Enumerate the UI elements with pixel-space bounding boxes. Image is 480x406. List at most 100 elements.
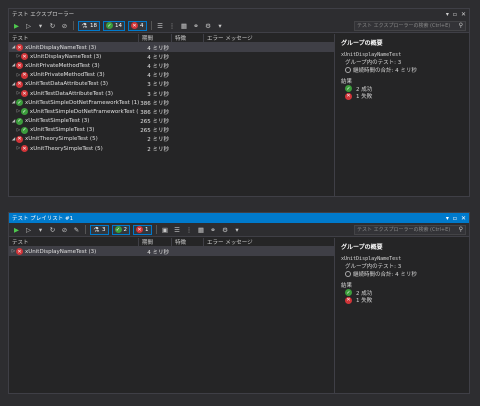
link-icon[interactable]: ⚭ xyxy=(192,21,201,30)
cancel-icon[interactable]: ⊘ xyxy=(60,21,69,30)
test-name: xUnitDisplayNameTest (3) xyxy=(25,44,97,51)
link-icon[interactable]: ⚭ xyxy=(209,225,218,234)
failed-icon: ✕ xyxy=(21,71,28,79)
playlist-icon[interactable]: ☰ xyxy=(156,21,165,30)
test-row[interactable]: ▷ ✕ xUnitDisplayNameTest (3) 4 ミリ秒 xyxy=(9,52,334,61)
column-traits[interactable]: 特徴 xyxy=(172,34,204,42)
close-icon[interactable]: ✕ xyxy=(461,11,466,18)
run-icon[interactable]: ▷ xyxy=(24,225,33,234)
test-playlist-titlebar[interactable]: テスト プレイリスト #1 ▾ ▫ ✕ xyxy=(9,213,469,223)
test-row[interactable]: ◢ ✓ xUnitTestSimpleDotNetFrameworkTest (1)… xyxy=(9,98,334,107)
test-search-input[interactable]: テスト エクスプローラーの検索 (Ctrl+E) ⚲ xyxy=(354,20,466,31)
test-row[interactable]: ◢ ✕ xUnitTestDataAttributeTest (3) 3 ミリ秒 xyxy=(9,80,334,89)
check-icon: ✓ xyxy=(114,226,122,233)
test-name: xUnitTheorySimpleTest (5) xyxy=(30,145,103,152)
check-icon: ✓ xyxy=(345,85,352,93)
column-duration[interactable]: 期間 xyxy=(139,34,172,42)
failed-summary[interactable]: ✕ 1 失敗 xyxy=(341,296,463,304)
dropdown-icon[interactable]: ▾ xyxy=(446,11,449,18)
total-tests-filter[interactable]: ⚗ 3 xyxy=(90,224,109,235)
column-error-message[interactable]: エラー メッセージ xyxy=(204,238,334,246)
test-row[interactable]: ▷ ✓ xUnitTestSimpleTest (3) 265 ミリ秒 xyxy=(9,126,334,135)
columns-icon[interactable]: ▦ xyxy=(197,225,206,234)
settings-gear-icon[interactable]: ⚙ xyxy=(204,21,213,30)
column-test[interactable]: テスト xyxy=(9,238,139,246)
test-list: テスト 期間 特徴 エラー メッセージ ◢ ✕ xUnitDisplayNameTe… xyxy=(9,34,335,196)
test-explorer-titlebar[interactable]: テスト エクスプローラー ▾ ▫ ✕ xyxy=(9,9,469,19)
settings-gear-icon[interactable]: ⚙ xyxy=(221,225,230,234)
rerun-icon[interactable]: ↻ xyxy=(48,225,57,234)
failed-summary[interactable]: ✕ 1 失敗 xyxy=(341,92,463,101)
test-name: xUnitTestSimpleDotNetFrameworkTest (1) xyxy=(24,99,139,106)
test-name: xUnitPrivateMethodTest (3) xyxy=(30,72,105,79)
x-icon: ✕ xyxy=(131,22,138,29)
column-header-row: テスト 期間 特徴 エラー メッセージ xyxy=(9,34,334,43)
run-all-icon[interactable]: ▶ xyxy=(12,225,21,234)
test-row[interactable]: ▷ ✓ xUnitTestSimpleDotNetFrameworkTest (..… xyxy=(9,107,334,116)
test-duration: 4 ミリ秒 xyxy=(147,249,169,256)
group-by-icon[interactable]: ⋮ xyxy=(185,225,194,234)
edit-playlist-icon[interactable]: ✎ xyxy=(72,225,81,234)
rerun-icon[interactable]: ↻ xyxy=(48,21,57,30)
columns-icon[interactable]: ▦ xyxy=(180,21,189,30)
maximize-icon[interactable]: ▫ xyxy=(453,215,457,222)
check-icon: ✓ xyxy=(345,289,352,297)
search-placeholder: テスト エクスプローラーの検索 (Ctrl+E) xyxy=(357,23,451,29)
test-name: xUnitTheorySimpleTest (5) xyxy=(25,136,98,143)
run-all-icon[interactable]: ▶ xyxy=(12,21,21,30)
test-row[interactable]: ◢ ✕ xUnitPrivateMethodTest (3) 4 ミリ秒 xyxy=(9,61,334,70)
test-rows: ◢ ✕ xUnitDisplayNameTest (3) 4 ミリ秒 ▷ ✕ xUnitDi… xyxy=(9,43,334,153)
test-name-cell: ◢ ✓ xUnitTestSimpleTest (3) xyxy=(9,117,139,125)
test-name: xUnitTestDataAttributeTest (3) xyxy=(25,81,109,88)
total-count: 18 xyxy=(90,22,97,29)
playlist-icon[interactable]: ☰ xyxy=(173,225,182,234)
test-row[interactable]: ◢ ✕ xUnitDisplayNameTest (3) 4 ミリ秒 xyxy=(9,43,334,53)
test-row[interactable]: ▷ ✕ xUnitPrivateMethodTest (3) 4 ミリ秒 xyxy=(9,71,334,80)
failed-icon: ✕ xyxy=(16,62,23,70)
test-row[interactable]: ▷ ✕ xUnitDisplayNameTest (3) 4 ミリ秒 xyxy=(9,247,334,257)
passed-tests-filter[interactable]: ✓ 2 xyxy=(111,224,130,235)
cancel-icon[interactable]: ⊘ xyxy=(60,225,69,234)
test-name-cell: ▷ ✕ xUnitDisplayNameTest (3) xyxy=(9,53,139,61)
column-traits[interactable]: 特徴 xyxy=(172,238,204,246)
test-duration: 386 ミリ秒 xyxy=(140,109,169,116)
failed-icon: ✕ xyxy=(16,44,23,52)
group-by-icon[interactable]: ⋮ xyxy=(168,21,177,30)
total-tests-filter[interactable]: ⚗ 18 xyxy=(78,20,100,31)
window-title: テスト エクスプローラー xyxy=(12,12,75,18)
failed-tests-filter[interactable]: ✕ 4 xyxy=(128,20,147,31)
run-dropdown-icon[interactable]: ▾ xyxy=(36,21,45,30)
run-dropdown-icon[interactable]: ▾ xyxy=(36,225,45,234)
failed-text: 1 失敗 xyxy=(356,94,373,101)
failed-icon: ✕ xyxy=(21,90,28,98)
maximize-icon[interactable]: ▫ xyxy=(453,11,457,18)
test-name-cell: ▷ ✓ xUnitTestSimpleTest (3) xyxy=(9,126,139,134)
group-total-time: 継続時間の合計: 4 ミリ秒 xyxy=(341,66,463,74)
test-row[interactable]: ▷ ✕ xUnitTestDataAttributeTest (3) 3 ミリ秒 xyxy=(9,89,334,98)
test-row[interactable]: ◢ ✕ xUnitTheorySimpleTest (5) 2 ミリ秒 xyxy=(9,135,334,144)
test-playlist-toolbar: ▶ ▷ ▾ ↻ ⊘ ✎ ⚗ 3 ✓ 2 ✕ 1 ▣ ☰ ⋮ ▦ ⚭ ⚙ ▾ テス… xyxy=(9,223,469,237)
save-icon[interactable]: ▣ xyxy=(161,225,170,234)
settings-dropdown-icon[interactable]: ▾ xyxy=(233,225,242,234)
settings-dropdown-icon[interactable]: ▾ xyxy=(216,21,225,30)
search-icon[interactable]: ⚲ xyxy=(459,226,463,233)
search-icon[interactable]: ⚲ xyxy=(459,22,463,29)
test-explorer-body: テスト 期間 特徴 エラー メッセージ ◢ ✕ xUnitDisplayNameTe… xyxy=(9,34,469,196)
failed-tests-filter[interactable]: ✕ 1 xyxy=(133,224,152,235)
test-name-cell: ▷ ✓ xUnitTestSimpleDotNetFrameworkTest (..… xyxy=(9,108,139,116)
column-duration[interactable]: 期間 xyxy=(139,238,172,246)
dropdown-icon[interactable]: ▾ xyxy=(446,215,449,222)
passed-tests-filter[interactable]: ✓ 14 xyxy=(103,20,125,31)
test-row[interactable]: ▷ ✕ xUnitTheorySimpleTest (5) 2 ミリ秒 xyxy=(9,144,334,153)
flask-icon: ⚗ xyxy=(81,21,88,30)
failed-icon: ✕ xyxy=(16,248,23,256)
toolbar-divider xyxy=(150,21,152,30)
summary-title: グループの概要 xyxy=(341,40,383,47)
test-row[interactable]: ◢ ✓ xUnitTestSimpleTest (3) 265 ミリ秒 xyxy=(9,117,334,126)
column-test[interactable]: テスト xyxy=(9,34,139,42)
close-icon[interactable]: ✕ xyxy=(461,215,466,222)
test-duration: 4 ミリ秒 xyxy=(147,73,169,80)
test-search-input[interactable]: テスト エクスプローラーの検索 (Ctrl+E) ⚲ xyxy=(354,224,466,235)
column-error-message[interactable]: エラー メッセージ xyxy=(204,34,334,42)
run-icon[interactable]: ▷ xyxy=(24,21,33,30)
